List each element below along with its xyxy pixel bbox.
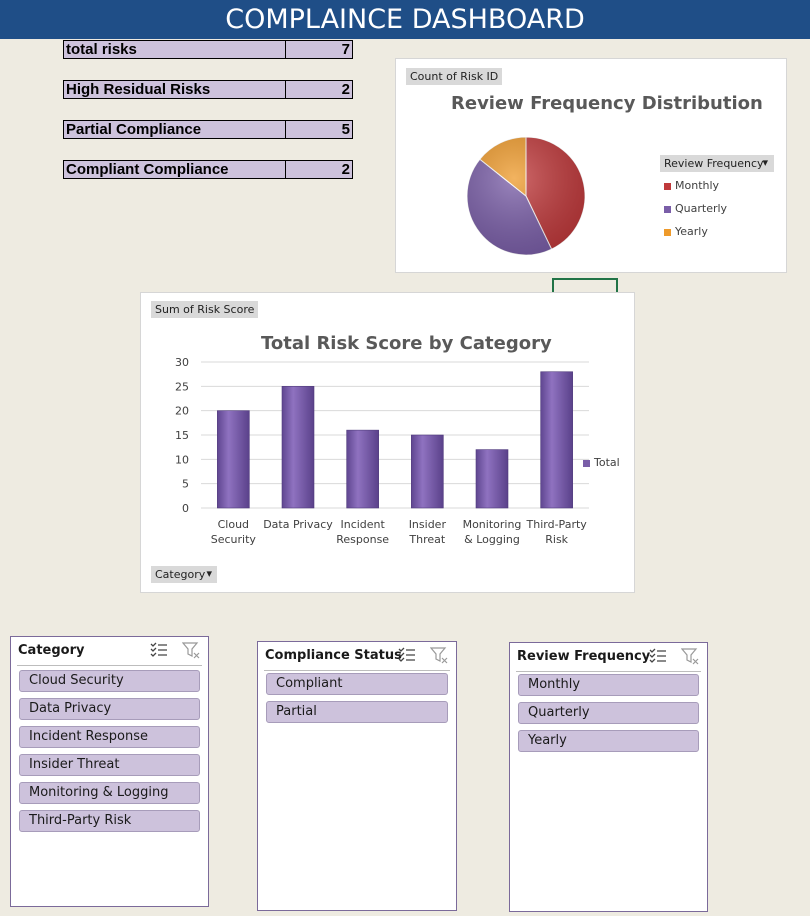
slicer-item-quarterly[interactable]: Quarterly <box>518 702 699 724</box>
multi-select-icon[interactable] <box>398 646 416 664</box>
legend-swatch <box>664 182 671 190</box>
dropdown-arrow-icon: ▾ <box>206 567 212 580</box>
y-tick-label: 30 <box>175 356 189 369</box>
legend-item-quarterly: Quarterly <box>664 202 727 215</box>
bar-data-privacy <box>281 386 315 509</box>
bar-chart: 051015202530 Cloud SecurityData Privacy In… <box>175 356 589 546</box>
multi-select-icon[interactable] <box>649 647 667 665</box>
kpi-compliant-compliance[interactable]: Compliant Compliance 2 <box>63 160 353 179</box>
clear-filter-icon[interactable] <box>430 646 448 664</box>
pie-chart-panel[interactable]: Count of Risk ID Review Frequency Distri… <box>395 58 787 273</box>
category-field-button[interactable]: Category ▾ <box>151 566 217 583</box>
kpi-label: Partial Compliance <box>64 121 286 138</box>
kpi-value: 7 <box>341 41 350 58</box>
pie-chart <box>466 136 586 256</box>
legend-item-monthly: Monthly <box>664 179 719 192</box>
category-field-label: Category <box>155 568 206 581</box>
kpi-partial-compliance[interactable]: Partial Compliance 5 <box>63 120 353 139</box>
slicer-item-partial[interactable]: Partial <box>266 701 448 723</box>
slicer-title: Category <box>18 643 85 658</box>
kpi-label: High Residual Risks <box>64 81 286 98</box>
slicer-header: Review Frequency <box>516 643 701 672</box>
y-tick-label: 25 <box>175 380 189 393</box>
slicer-title: Review Frequency <box>517 649 651 664</box>
x-tick-label: Third-Party Risk <box>526 518 588 546</box>
dashboard-title: COMPLAINCE DASHBOARD <box>0 0 810 39</box>
y-tick-label: 5 <box>182 478 189 491</box>
slicer-item-data-privacy[interactable]: Data Privacy <box>19 698 200 720</box>
multi-select-icon[interactable] <box>150 641 168 659</box>
bar-insider-threat <box>411 434 444 509</box>
bar-cloud-security <box>217 410 250 509</box>
pie-chart-title: Review Frequency Distribution <box>451 93 763 114</box>
legend-item-yearly: Yearly <box>664 225 708 238</box>
slicer-item-insider-threat[interactable]: Insider Threat <box>19 754 200 776</box>
slicer-item-compliant[interactable]: Compliant <box>266 673 448 695</box>
compliance-status-slicer[interactable]: Compliance Status Compliant Partial <box>257 641 457 911</box>
slicer-item-monitoring-logging[interactable]: Monitoring & Logging <box>19 782 200 804</box>
x-tick-label: Data Privacy <box>263 518 333 531</box>
count-of-risk-id-field-button[interactable]: Count of Risk ID <box>406 68 503 85</box>
x-tick-label: Insider Threat <box>408 518 446 546</box>
bar-incident-response <box>346 429 379 509</box>
review-frequency-slicer[interactable]: Review Frequency Monthly Quarterly Yearl… <box>509 642 708 912</box>
kpi-total-risks[interactable]: total risks 7 <box>63 40 353 59</box>
category-slicer[interactable]: Category Cloud Security Data Privacy Inc… <box>10 636 209 907</box>
legend-swatch <box>664 205 671 213</box>
slicer-header: Category <box>17 637 202 666</box>
clear-filter-icon[interactable] <box>681 647 699 665</box>
y-tick-label: 0 <box>182 502 189 515</box>
slicer-item-incident-response[interactable]: Incident Response <box>19 726 200 748</box>
slicer-title: Compliance Status <box>265 648 402 663</box>
kpi-label: total risks <box>64 41 286 58</box>
slicer-header: Compliance Status <box>264 642 450 671</box>
legend-swatch <box>583 459 590 467</box>
slicer-item-third-party-risk[interactable]: Third-Party Risk <box>19 810 200 832</box>
bar-chart-panel[interactable]: Sum of Risk Score Total Risk Score by Ca… <box>140 292 635 593</box>
dropdown-arrow-icon: ▾ <box>762 156 768 169</box>
bar-monitoring-logging <box>475 449 509 509</box>
legend-swatch <box>664 228 671 236</box>
slicer-item-monthly[interactable]: Monthly <box>518 674 699 696</box>
kpi-label: Compliant Compliance <box>64 161 286 178</box>
kpi-value: 5 <box>341 121 350 138</box>
clear-filter-icon[interactable] <box>182 641 200 659</box>
review-frequency-field-label: Review Frequency <box>664 157 764 170</box>
y-tick-label: 10 <box>175 453 189 466</box>
bar-legend-item-total: Total <box>583 456 620 469</box>
kpi-value: 2 <box>341 161 350 178</box>
slicer-item-yearly[interactable]: Yearly <box>518 730 699 752</box>
kpi-value: 2 <box>341 81 350 98</box>
x-tick-label: Incident Response <box>336 518 389 546</box>
kpi-high-residual-risks[interactable]: High Residual Risks 2 <box>63 80 353 99</box>
bar-third-party-risk <box>540 371 573 509</box>
x-tick-label: Cloud Security <box>211 518 257 546</box>
review-frequency-field-button[interactable]: Review Frequency ▾ <box>660 155 774 172</box>
y-tick-label: 15 <box>175 429 189 442</box>
slicer-item-cloud-security[interactable]: Cloud Security <box>19 670 200 692</box>
y-tick-label: 20 <box>175 405 189 418</box>
x-tick-label: Monitoring & Logging <box>463 518 522 546</box>
